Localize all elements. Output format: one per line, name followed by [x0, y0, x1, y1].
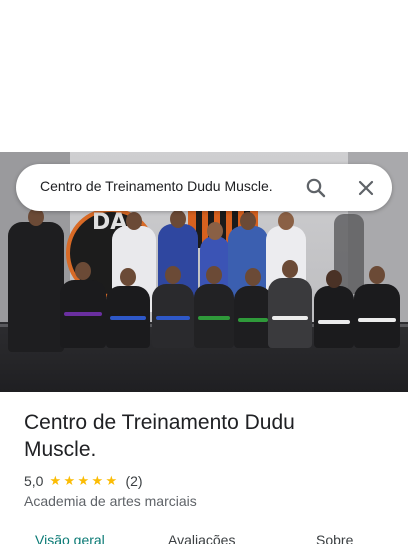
place-title: Centro de Treinamento Dudu Muscle.	[24, 411, 295, 461]
person-head	[326, 270, 342, 288]
person-head	[245, 268, 261, 286]
person-belt	[64, 312, 102, 316]
person-belt	[238, 318, 268, 322]
search-bar[interactable]: Centro de Treinamento Dudu Muscle.	[16, 164, 392, 211]
person-head	[240, 212, 256, 230]
person-belt	[358, 318, 396, 322]
person-kneeling	[354, 284, 400, 348]
search-input[interactable]: Centro de Treinamento Dudu Muscle.	[40, 178, 288, 194]
person-kneeling	[234, 286, 272, 348]
person-head	[165, 266, 181, 284]
tab-about[interactable]: Sobre	[316, 532, 353, 544]
person-head	[120, 268, 136, 286]
star-icon: ★	[63, 473, 76, 489]
person-belt	[198, 316, 230, 320]
person-kneeling	[268, 278, 312, 348]
person-head	[207, 222, 223, 240]
star-icon: ★	[91, 473, 104, 489]
rating-stars: ★ ★ ★ ★ ★	[49, 475, 119, 488]
search-icon[interactable]	[304, 176, 328, 200]
close-icon[interactable]	[354, 176, 378, 200]
person-head	[75, 262, 91, 280]
person-head	[206, 266, 222, 284]
person-head	[126, 212, 142, 230]
star-icon: ★	[77, 473, 90, 489]
person-belt	[318, 320, 350, 324]
person-belt	[272, 316, 308, 320]
person-belt	[110, 316, 146, 320]
tab-reviews[interactable]: Avaliações	[168, 532, 235, 544]
person-head	[278, 212, 294, 230]
person-head	[369, 266, 385, 284]
person-belt	[156, 316, 190, 320]
place-category: Academia de artes marciais	[24, 493, 197, 509]
tab-overview[interactable]: Visão geral	[35, 532, 105, 544]
map-blank-area	[0, 0, 408, 152]
star-icon: ★	[49, 473, 62, 489]
person-standing	[8, 222, 64, 352]
review-count[interactable]: (2)	[125, 473, 142, 489]
star-icon: ★	[105, 473, 118, 489]
place-tabs: Visão geral Avaliações Sobre	[0, 528, 408, 544]
person-head	[282, 260, 298, 278]
person-head	[170, 210, 186, 228]
rating-value: 5,0	[24, 473, 44, 489]
rating-row[interactable]: 5,0 ★ ★ ★ ★ ★ (2)	[24, 472, 143, 490]
person-kneeling	[314, 286, 354, 348]
